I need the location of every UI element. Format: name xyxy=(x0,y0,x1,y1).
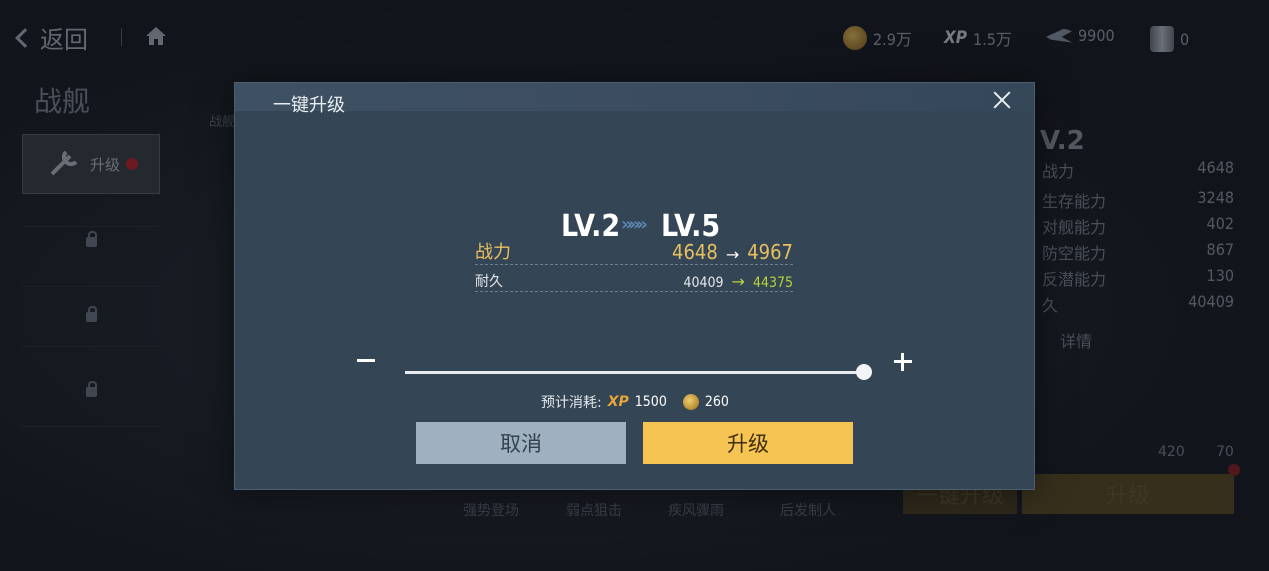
upgrade-button[interactable]: 升级 xyxy=(643,422,853,464)
level-slider-handle[interactable] xyxy=(856,364,872,380)
xp-icon: XP xyxy=(607,394,629,410)
power-from: 4648 xyxy=(672,240,718,264)
cancel-button[interactable]: 取消 xyxy=(416,422,626,464)
power-row: 战力 4648 → 4967 xyxy=(475,239,793,265)
level-slider-track[interactable] xyxy=(405,371,865,374)
arrow-right-icon: → xyxy=(731,272,745,291)
close-icon[interactable] xyxy=(992,90,1012,110)
power-to: 4967 xyxy=(747,240,793,264)
increase-level-button[interactable] xyxy=(894,353,912,371)
power-label: 战力 xyxy=(475,242,511,263)
durability-row: 耐久 40409 → 44375 xyxy=(475,271,793,292)
decrease-level-button[interactable] xyxy=(357,359,375,362)
arrow-right-icon: → xyxy=(725,245,740,264)
cost-coin: 260 xyxy=(704,394,729,410)
estimated-cost: 预计消耗: XP 1500 260 xyxy=(541,392,739,412)
gold-coin-icon xyxy=(682,394,699,410)
dialog-title: 一键升级 xyxy=(273,95,345,116)
cost-xp: 1500 xyxy=(634,394,667,410)
durability-label: 耐久 xyxy=(475,274,503,290)
one-key-upgrade-dialog: 一键升级 LV.2 »»» LV.5 战力 4648 → 4967 耐久 404… xyxy=(234,82,1035,490)
dialog-header xyxy=(235,83,1034,111)
durability-from: 40409 xyxy=(683,275,724,291)
cost-label: 预计消耗: xyxy=(541,395,602,411)
durability-to: 44375 xyxy=(752,275,793,291)
level-arrows-icon: »»» xyxy=(621,214,648,235)
